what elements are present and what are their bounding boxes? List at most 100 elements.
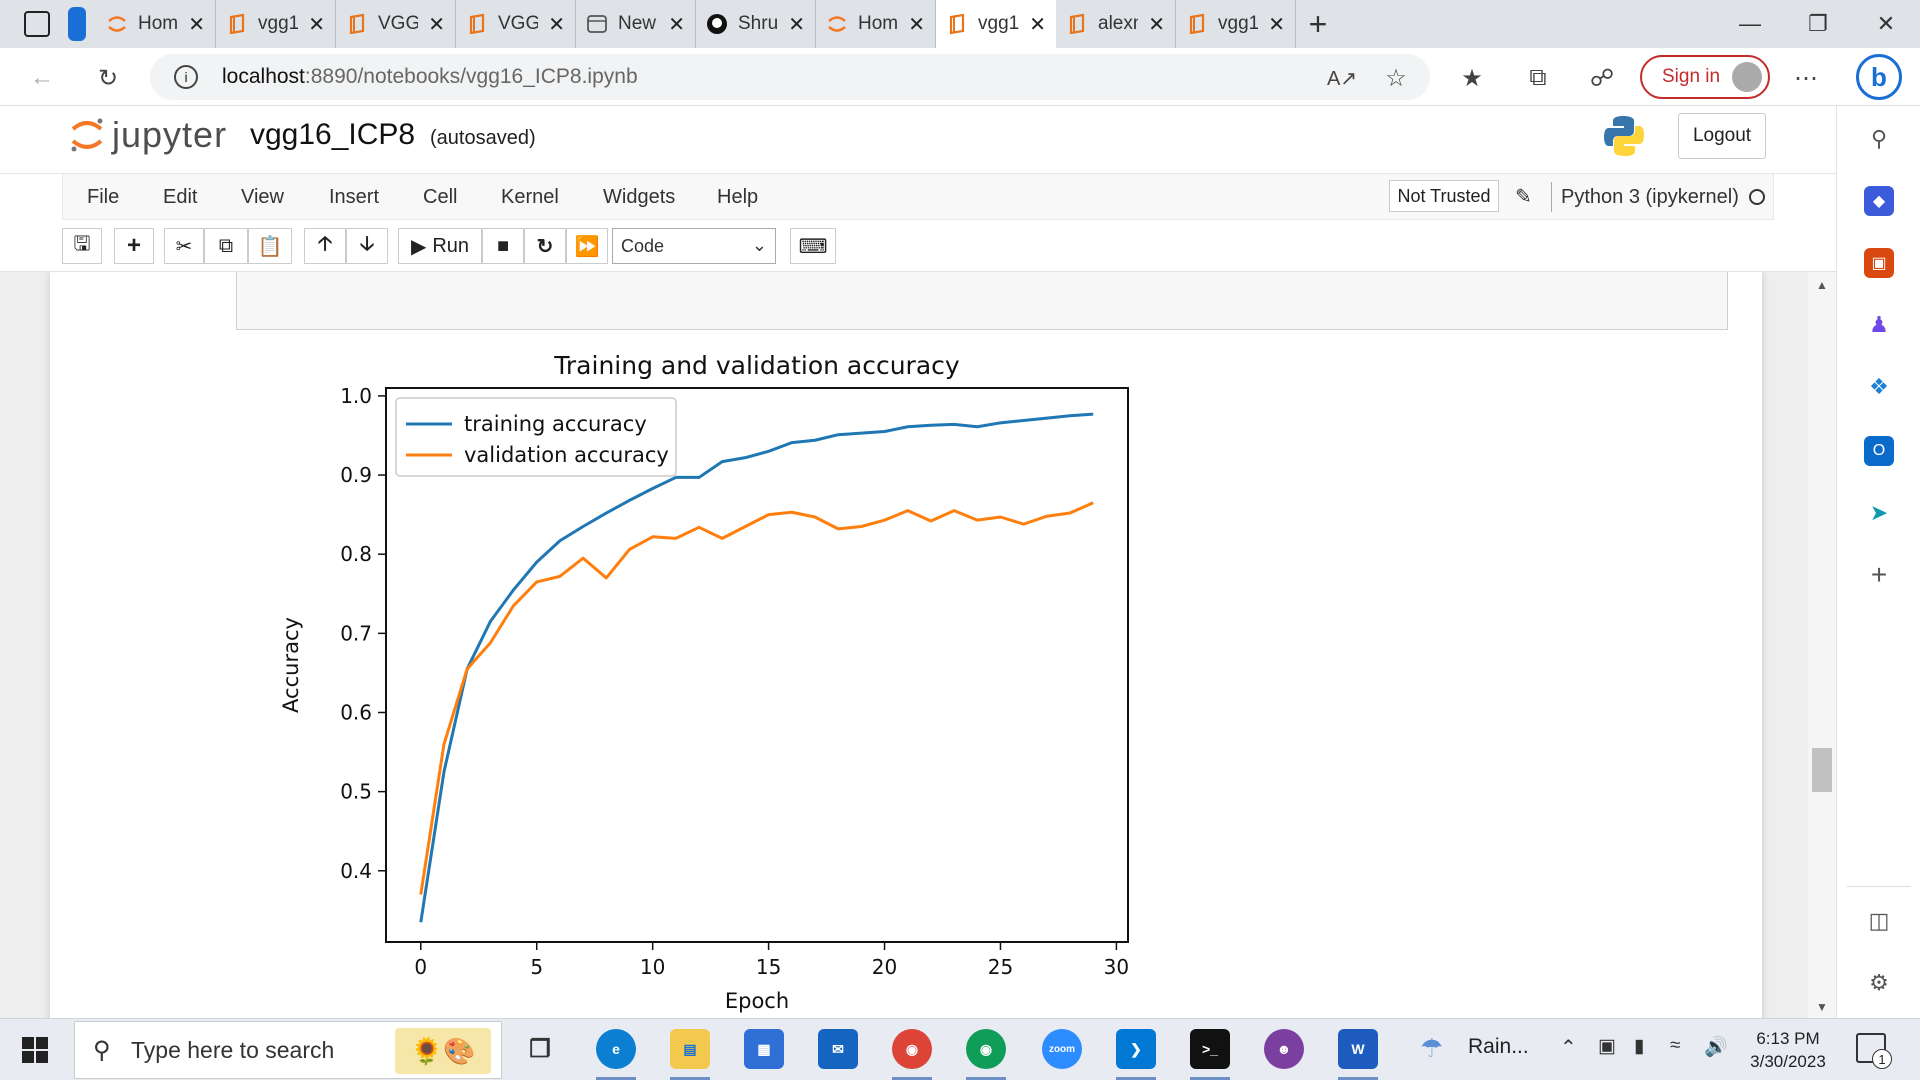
kernel-name[interactable]: Python 3 (ipykernel)	[1561, 186, 1739, 209]
weather-text[interactable]: Rain...	[1468, 1035, 1529, 1059]
drop-icon[interactable]: ➤	[1864, 498, 1894, 528]
close-icon[interactable]: ✕	[548, 12, 565, 37]
keyboard-icon[interactable]: ⌨	[790, 228, 836, 264]
insert-cell-icon[interactable]: +	[114, 228, 154, 264]
paste-icon[interactable]: 📋	[248, 228, 292, 264]
shopping-icon[interactable]: ◆	[1864, 186, 1894, 216]
back-icon[interactable]: ←	[22, 58, 62, 98]
browser-tab[interactable]: vgg19 ✕	[1176, 0, 1296, 48]
chevron-up-icon[interactable]: ⌃	[1560, 1035, 1577, 1060]
performance-icon[interactable]: ☍	[1582, 58, 1622, 98]
close-icon[interactable]: ✕	[1029, 12, 1046, 37]
games-icon[interactable]: ♟	[1864, 310, 1894, 340]
restart-icon[interactable]: ↻	[524, 228, 566, 264]
sign-in-button[interactable]: Sign in	[1640, 55, 1770, 99]
browser-tab[interactable]: Shruthi ✕	[696, 0, 816, 48]
close-icon[interactable]: ✕	[788, 12, 805, 37]
browser-tab[interactable]: vgg16 ✕	[216, 0, 336, 48]
vertical-tabs-icon[interactable]	[68, 7, 86, 41]
vscode-icon[interactable]: ❯	[1116, 1029, 1156, 1069]
browser-tab[interactable]: vgg16 ✕	[936, 0, 1056, 48]
close-icon[interactable]: ✕	[428, 12, 445, 37]
meet-now-icon[interactable]: ▣	[1598, 1035, 1616, 1058]
add-favorite-icon[interactable]: ☆	[1376, 58, 1416, 98]
scroll-up-icon[interactable]: ▲	[1816, 278, 1828, 292]
github-desktop-icon[interactable]: ☻	[1264, 1029, 1304, 1069]
close-icon[interactable]: ✕	[1148, 12, 1165, 37]
close-icon[interactable]: ✕	[668, 12, 685, 37]
notification-icon[interactable]: 1	[1856, 1033, 1892, 1069]
scrollbar-thumb[interactable]	[1812, 748, 1832, 792]
menu-view[interactable]: View	[241, 186, 284, 209]
close-icon[interactable]: ✕	[308, 12, 325, 37]
refresh-icon[interactable]: ↻	[88, 58, 128, 98]
menu-kernel[interactable]: Kernel	[501, 186, 559, 209]
move-up-icon[interactable]: 🡡	[304, 228, 346, 264]
close-icon[interactable]: ✕	[1268, 12, 1285, 37]
browser-tab[interactable]: Home ✕	[96, 0, 216, 48]
menu-edit[interactable]: Edit	[163, 186, 197, 209]
word-icon[interactable]: W	[1338, 1029, 1378, 1069]
interrupt-icon[interactable]: ■	[482, 228, 524, 264]
browser-tab[interactable]: alexnet ✕	[1056, 0, 1176, 48]
previous-cell-input[interactable]	[236, 272, 1728, 330]
bing-copilot-icon[interactable]: b	[1856, 54, 1902, 100]
browser-tab[interactable]: VGG19 ✕	[456, 0, 576, 48]
chrome-profile-icon[interactable]: ◉	[966, 1029, 1006, 1069]
outlook-icon[interactable]: O	[1864, 436, 1894, 466]
trust-button[interactable]: Not Trusted	[1389, 180, 1499, 212]
restore-button[interactable]: ❐	[1784, 0, 1852, 48]
search-icon[interactable]: ⚲	[1864, 124, 1894, 154]
browser-tab[interactable]: New tab ✕	[576, 0, 696, 48]
scroll-down-icon[interactable]: ▼	[1816, 1000, 1828, 1014]
cell-type-select[interactable]: Code ⌄	[612, 228, 776, 264]
cut-icon[interactable]: ✂	[164, 228, 204, 264]
logout-button[interactable]: Logout	[1678, 113, 1766, 159]
browser-tab[interactable]: Home ✕	[816, 0, 936, 48]
more-menu-icon[interactable]: ⋯	[1786, 58, 1826, 98]
site-info-icon[interactable]: i	[174, 65, 198, 89]
move-down-icon[interactable]: 🡣	[346, 228, 388, 264]
menu-cell[interactable]: Cell	[423, 186, 457, 209]
task-view-icon[interactable]: ❐	[520, 1029, 560, 1069]
menu-widgets[interactable]: Widgets	[603, 186, 675, 209]
save-icon[interactable]: 🖫	[62, 228, 102, 264]
favorites-icon[interactable]: ★	[1452, 58, 1492, 98]
hide-sidebar-icon[interactable]: ◫	[1864, 906, 1894, 936]
close-window-button[interactable]: ✕	[1852, 0, 1920, 48]
menu-insert[interactable]: Insert	[329, 186, 379, 209]
run-button[interactable]: ▶ Run	[398, 228, 482, 264]
windows-start-icon[interactable]	[22, 1037, 48, 1063]
wifi-icon[interactable]: ≈	[1670, 1035, 1680, 1057]
mail-icon[interactable]: ✉	[818, 1029, 858, 1069]
url-input[interactable]: i localhost:8890/notebooks/vgg16_ICP8.ip…	[150, 54, 1430, 100]
microsoft-store-icon[interactable]: ▦	[744, 1029, 784, 1069]
taskbar-search-input[interactable]: ⚲ Type here to search 🌻🎨	[74, 1021, 502, 1079]
new-tab-button[interactable]: +	[1296, 0, 1340, 48]
taskbar-clock[interactable]: 6:13 PM 3/30/2023	[1738, 1027, 1838, 1073]
tools-icon[interactable]: ▣	[1864, 248, 1894, 278]
file-explorer-icon[interactable]: ▤	[670, 1029, 710, 1069]
chrome-app-icon[interactable]: ◉	[892, 1029, 932, 1069]
vertical-scrollbar[interactable]: ▲ ▼	[1808, 272, 1836, 1018]
volume-icon[interactable]: 🔊	[1704, 1035, 1728, 1059]
settings-gear-icon[interactable]: ⚙	[1864, 968, 1894, 998]
browser-tab[interactable]: VGG19 ✕	[336, 0, 456, 48]
battery-icon[interactable]: ▮	[1634, 1035, 1644, 1058]
restart-run-all-icon[interactable]: ⏩	[566, 228, 608, 264]
edit-pencil-icon[interactable]: ✎	[1515, 184, 1532, 209]
zoom-icon[interactable]: zoom	[1042, 1029, 1082, 1069]
notebook-title[interactable]: vgg16_ICP8	[250, 118, 415, 152]
read-aloud-icon[interactable]: A↗	[1322, 58, 1362, 98]
workspaces-icon[interactable]	[24, 11, 50, 37]
copy-icon[interactable]: ⧉	[204, 228, 248, 264]
close-icon[interactable]: ✕	[908, 12, 925, 37]
microsoft365-icon[interactable]: ❖	[1864, 372, 1894, 402]
close-icon[interactable]: ✕	[188, 12, 205, 37]
minimize-button[interactable]: —	[1716, 0, 1784, 48]
add-sidebar-app-icon[interactable]: +	[1864, 559, 1894, 590]
menu-help[interactable]: Help	[717, 186, 758, 209]
jupyter-logo[interactable]: jupyter	[70, 114, 227, 156]
menu-file[interactable]: File	[87, 186, 119, 209]
edge-app-icon[interactable]: e	[596, 1029, 636, 1069]
